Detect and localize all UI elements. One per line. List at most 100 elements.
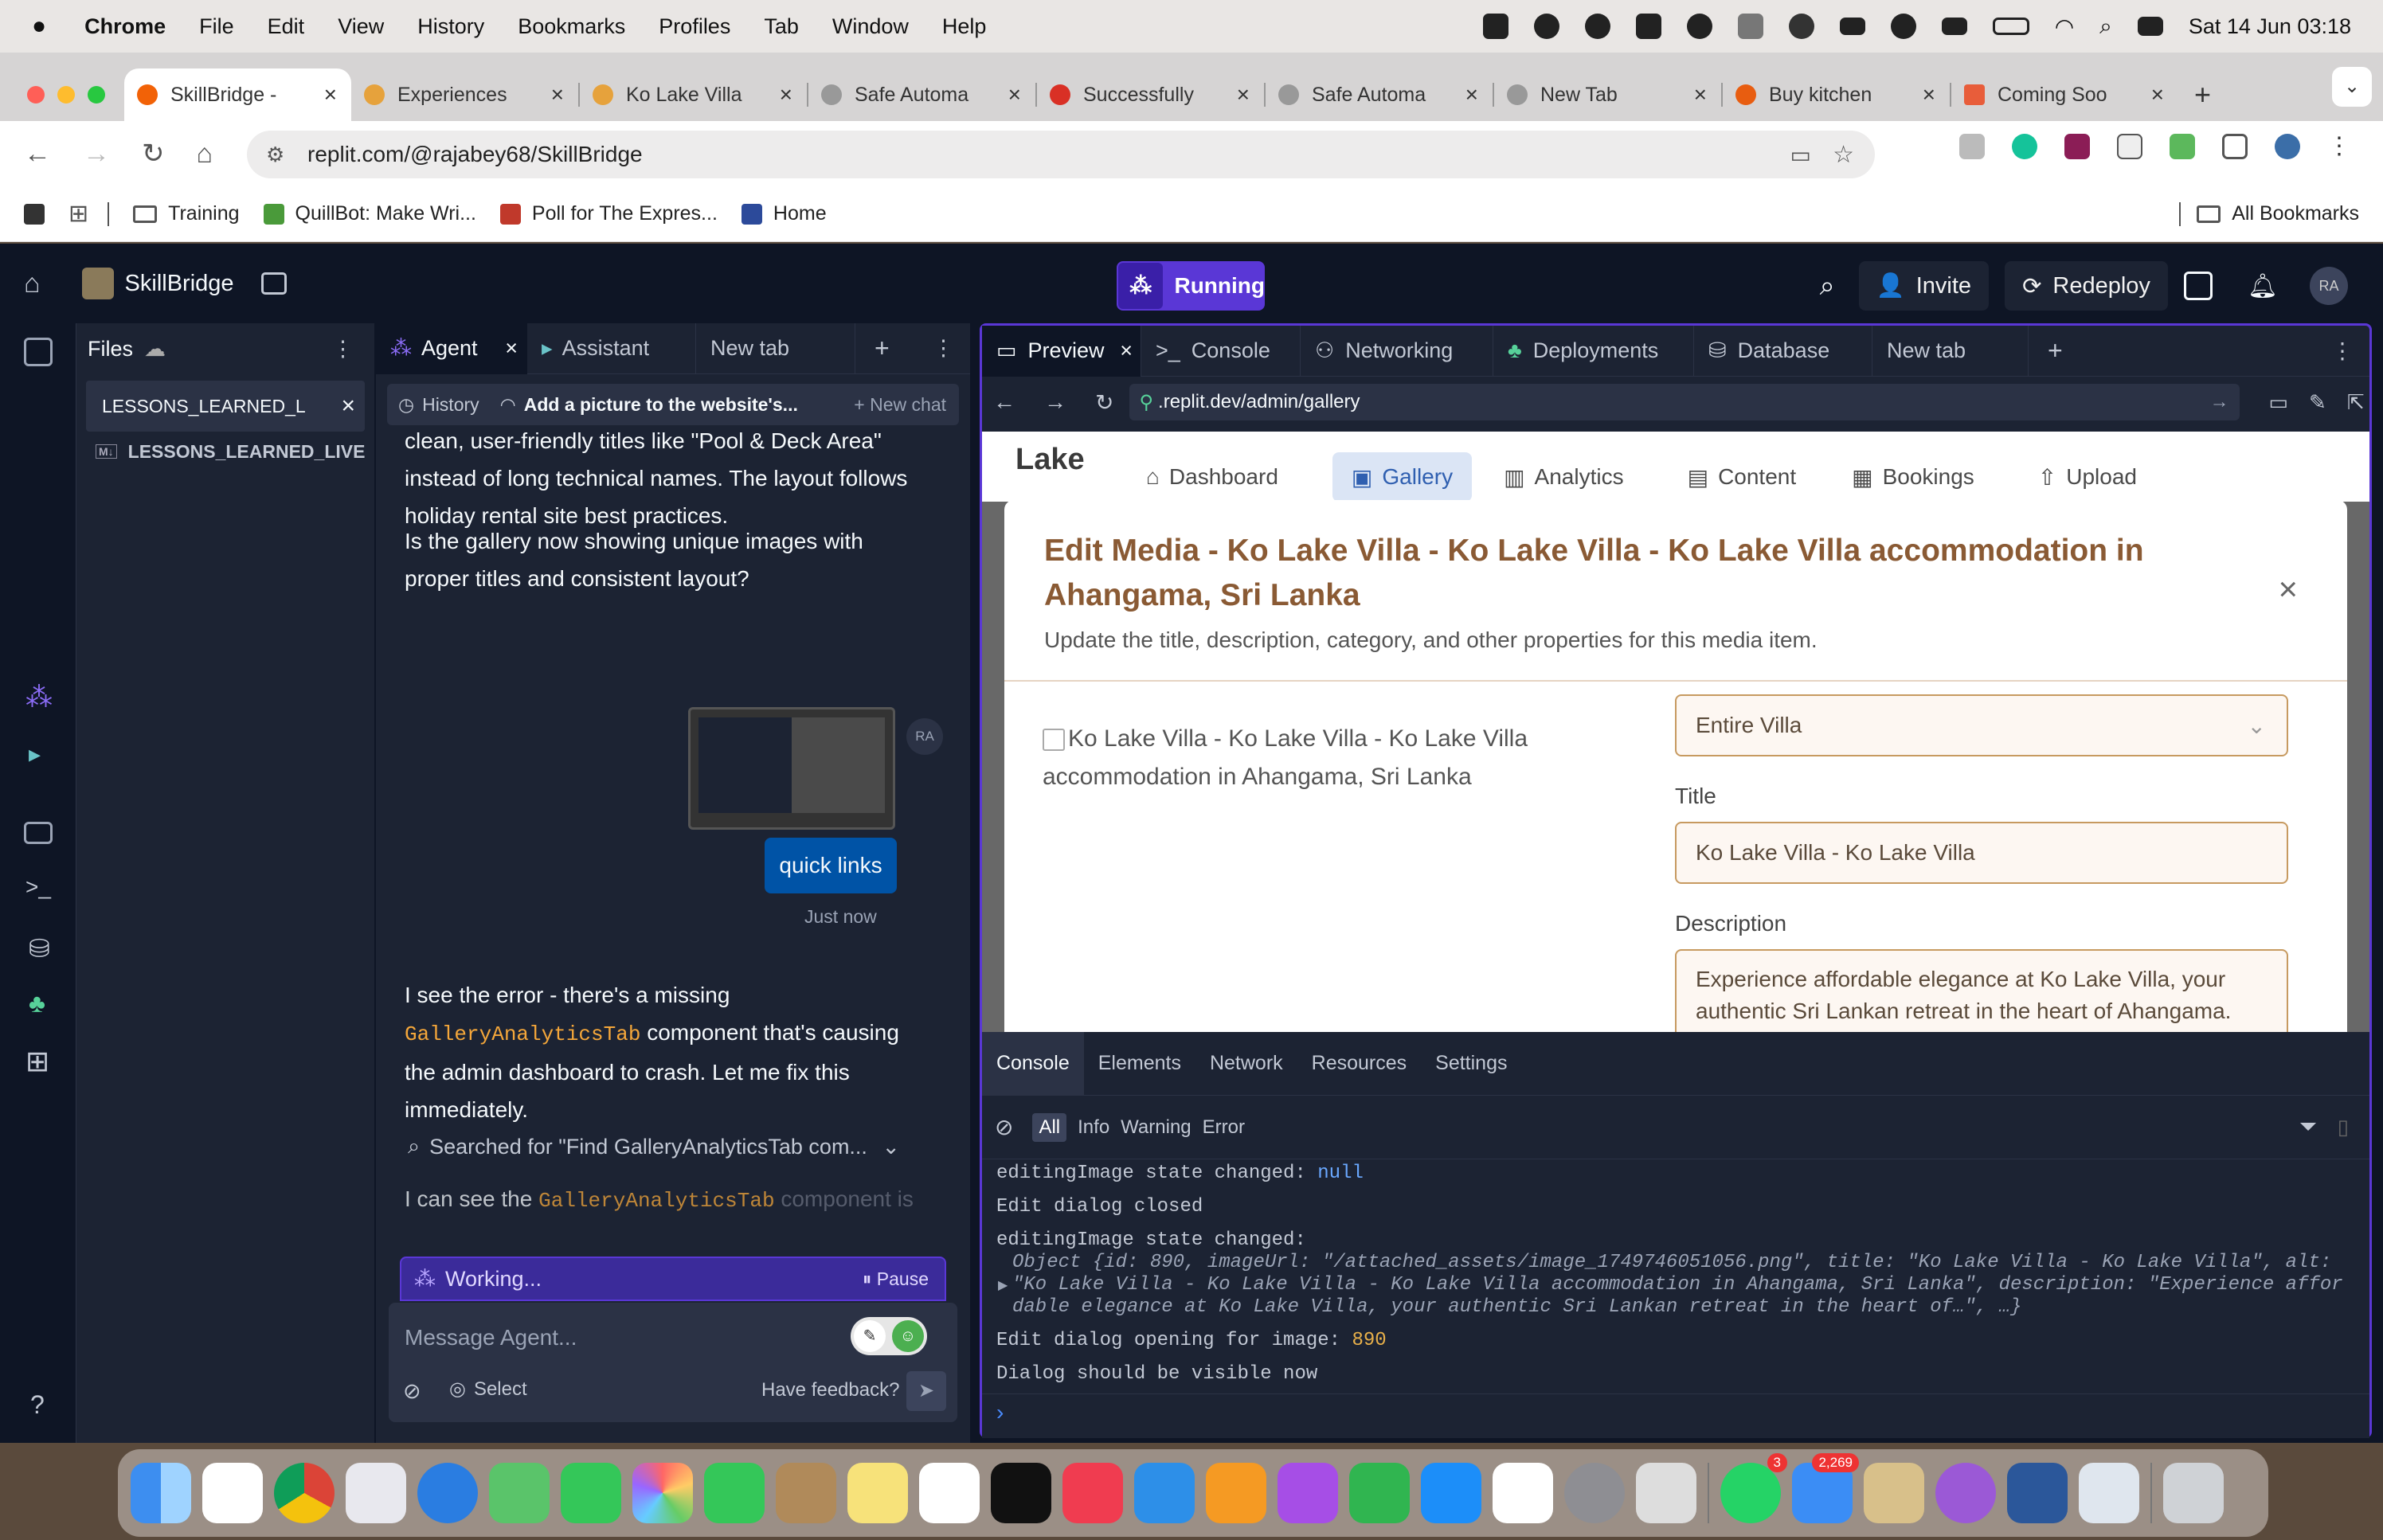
- tab-new[interactable]: New tab: [1872, 325, 2029, 377]
- open-external-icon[interactable]: ⇱: [2347, 390, 2365, 415]
- forward-icon[interactable]: →: [83, 139, 110, 170]
- project-menu-icon[interactable]: [260, 272, 287, 295]
- chatgpt-icon[interactable]: [1686, 14, 1712, 39]
- preview-menu-icon[interactable]: ⋮: [2331, 338, 2354, 364]
- database-rail-icon[interactable]: ⛁: [29, 933, 50, 963]
- help-icon[interactable]: ?: [30, 1390, 45, 1420]
- devtools-tab-settings[interactable]: Settings: [1421, 1032, 1521, 1096]
- close-icon[interactable]: ×: [341, 393, 355, 420]
- close-icon[interactable]: ×: [1120, 338, 1133, 363]
- preview-rail-icon[interactable]: [24, 822, 53, 844]
- nav-upload[interactable]: ⇧ Upload: [2022, 452, 2153, 502]
- agent-rail-icon[interactable]: ⁂: [25, 682, 53, 713]
- trash-icon[interactable]: [2163, 1463, 2224, 1523]
- chrome-menu-icon[interactable]: ⋮: [2327, 132, 2351, 160]
- menu-window[interactable]: Window: [832, 14, 909, 39]
- deployments-rail-icon[interactable]: ♣: [29, 989, 45, 1018]
- menu-bookmarks[interactable]: Bookmarks: [518, 14, 625, 39]
- nav-gallery[interactable]: ▣ Gallery: [1332, 452, 1473, 502]
- apple-tv-icon[interactable]: [991, 1463, 1051, 1523]
- tab-new[interactable]: New tab: [696, 322, 855, 374]
- pages-icon[interactable]: [1206, 1463, 1266, 1523]
- browser-tab[interactable]: SkillBridge - ×: [124, 68, 351, 121]
- browser-tab[interactable]: Successfully ×: [1037, 68, 1264, 121]
- chrome-icon[interactable]: [274, 1463, 335, 1523]
- send-button[interactable]: ➤: [906, 1371, 946, 1411]
- bookmark-home[interactable]: Home: [741, 202, 827, 225]
- tab-database[interactable]: ⛁ Database: [1694, 325, 1872, 377]
- tab-preview[interactable]: ▭ Preview ×: [982, 325, 1141, 377]
- puzzle-icon[interactable]: [2222, 133, 2248, 159]
- app-store-icon[interactable]: [1421, 1463, 1481, 1523]
- trash-icon[interactable]: ▯: [2338, 1115, 2349, 1139]
- file-tree-item[interactable]: M↓ LESSONS_LEARNED_LIVE: [76, 432, 374, 471]
- bookmark-icon[interactable]: [24, 203, 45, 225]
- menubar-clock[interactable]: Sat 14 Jun 03:18: [2189, 14, 2351, 39]
- back-icon[interactable]: ←: [24, 139, 51, 170]
- browser-tab[interactable]: Safe Automa ×: [808, 68, 1035, 121]
- new-tab-button[interactable]: +: [2194, 78, 2211, 111]
- home-icon[interactable]: ⌂: [24, 268, 41, 299]
- whatsapp-icon[interactable]: 3: [1720, 1453, 1787, 1523]
- spotlight-icon[interactable]: ⌕: [2099, 14, 2112, 40]
- title-input[interactable]: Ko Lake Villa - Ko Lake Villa: [1675, 822, 2288, 884]
- history-button[interactable]: History: [422, 394, 479, 416]
- invite-button[interactable]: 👤 Invite: [1858, 261, 1990, 311]
- tab-deployments[interactable]: ♣ Deployments: [1493, 325, 1694, 377]
- robot-icon[interactable]: [1737, 14, 1763, 39]
- battery-icon[interactable]: [1992, 18, 2029, 35]
- open-file-tab[interactable]: LESSONS_LEARNED_L ×: [86, 381, 365, 432]
- safari-icon[interactable]: [417, 1463, 478, 1523]
- message-input[interactable]: Message Agent...: [405, 1325, 577, 1350]
- tab-console[interactable]: >_ Console: [1141, 325, 1301, 377]
- mode-toggle[interactable]: ✎ ☺: [851, 1317, 927, 1355]
- tab-search-button[interactable]: ⌄: [2332, 67, 2372, 107]
- control-center-icon[interactable]: [2137, 17, 2163, 36]
- devtools-tab-elements[interactable]: Elements: [1084, 1032, 1195, 1096]
- close-icon[interactable]: ×: [551, 82, 564, 107]
- home-icon[interactable]: ⌂: [197, 139, 213, 170]
- reload-icon[interactable]: ↻: [142, 138, 165, 170]
- podcasts-icon[interactable]: [1278, 1463, 1338, 1523]
- check-icon[interactable]: [1584, 14, 1610, 39]
- url-text[interactable]: replit.com/@rajabey68/SkillBridge: [307, 142, 643, 167]
- bookmark-training[interactable]: Training: [133, 202, 240, 225]
- window-zoom-button[interactable]: [88, 86, 105, 104]
- devtools-tab-resources[interactable]: Resources: [1297, 1032, 1422, 1096]
- finder-icon[interactable]: [131, 1463, 191, 1523]
- archive-icon[interactable]: [1864, 1463, 1924, 1523]
- apple-icon[interactable]: ●: [32, 13, 46, 40]
- bookmark-poll[interactable]: Poll for The Expres...: [499, 202, 718, 225]
- app-icon[interactable]: [1635, 14, 1661, 39]
- translate-icon[interactable]: [2117, 133, 2142, 159]
- chat-title[interactable]: Add a picture to the website's...: [524, 394, 798, 416]
- menu-history[interactable]: History: [417, 14, 484, 39]
- extension-t-icon[interactable]: [2064, 133, 2090, 159]
- filter-info[interactable]: Info: [1078, 1116, 1109, 1139]
- devtools-icon[interactable]: ✎: [2309, 390, 2326, 415]
- close-icon[interactable]: ×: [505, 336, 518, 361]
- browser-tab[interactable]: Safe Automa ×: [1266, 68, 1493, 121]
- site-logo[interactable]: Lake: [1015, 443, 1085, 477]
- new-chat-button[interactable]: + New chat: [854, 394, 946, 416]
- nav-bookings[interactable]: ▦ Bookings: [1836, 452, 1990, 502]
- extension-icon[interactable]: [1959, 133, 1985, 159]
- browser-tab[interactable]: Ko Lake Villa ×: [580, 68, 807, 121]
- menu-tab[interactable]: Tab: [764, 14, 799, 39]
- window-minimize-button[interactable]: [57, 86, 75, 104]
- nav-analytics[interactable]: ▥ Analytics: [1488, 452, 1640, 502]
- address-bar[interactable]: ⚙ replit.com/@rajabey68/SkillBridge ▭ ☆: [247, 131, 1875, 178]
- all-bookmarks[interactable]: All Bookmarks: [2197, 202, 2359, 225]
- close-icon[interactable]: ×: [1465, 82, 1478, 107]
- feedback-link[interactable]: Have feedback?: [761, 1379, 899, 1401]
- menu-edit[interactable]: Edit: [268, 14, 305, 39]
- redeploy-button[interactable]: ⟳ Redeploy: [2005, 261, 2168, 311]
- wifi-icon[interactable]: ◠: [2055, 14, 2074, 40]
- moon-icon[interactable]: [1788, 14, 1814, 39]
- search-icon[interactable]: ⌕: [1820, 271, 1835, 302]
- messages-icon[interactable]: [561, 1463, 621, 1523]
- filter-error[interactable]: Error: [1203, 1116, 1245, 1139]
- pause-button[interactable]: ⏸ Pause: [863, 1268, 929, 1290]
- assistant-rail-icon[interactable]: ▸: [29, 741, 41, 768]
- files-menu-icon[interactable]: ⋮: [332, 337, 354, 362]
